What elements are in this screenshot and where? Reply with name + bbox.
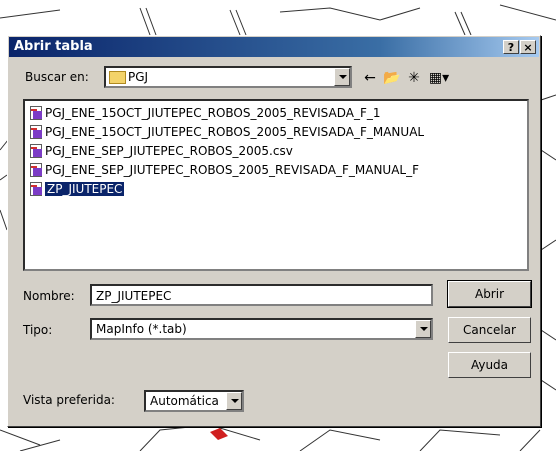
preferred-view-label: Vista preferida: [23,393,115,407]
preferred-view-value: Automática [150,394,219,408]
table-file-icon [29,125,43,139]
back-arrow-icon[interactable]: ← [360,68,380,88]
file-name-input[interactable]: ZP_JIUTEPEC [90,284,433,306]
list-item-selected[interactable]: ZP_JIUTEPEC [29,180,125,198]
look-in-dropdown[interactable]: PGJ [104,66,352,88]
type-label: Tipo: [23,323,53,337]
folder-icon [109,71,126,84]
close-button[interactable]: × [520,40,536,54]
look-in-value: PGJ [128,70,149,84]
view-menu-icon[interactable]: ▦▾ [426,68,452,88]
table-file-icon [29,144,43,158]
look-in-label: Buscar en: [25,70,89,84]
file-type-dropdown[interactable]: MapInfo (*.tab) [90,318,433,340]
list-item[interactable]: PGJ_ENE_15OCT_JIUTEPEC_ROBOS_2005_REVISA… [29,123,424,141]
table-file-icon [29,106,43,120]
chevron-down-icon[interactable] [415,320,431,338]
open-button[interactable]: Abrir [447,280,532,308]
preferred-view-dropdown[interactable]: Automática [144,390,244,412]
list-item[interactable]: PGJ_ENE_SEP_JIUTEPEC_ROBOS_2005_REVISADA… [29,161,419,179]
table-file-icon [29,163,43,177]
file-type-value: MapInfo (*.tab) [96,322,187,336]
file-list[interactable]: PGJ_ENE_15OCT_JIUTEPEC_ROBOS_2005_REVISA… [23,99,529,271]
list-item[interactable]: PGJ_ENE_SEP_JIUTEPEC_ROBOS_2005.csv [29,142,293,160]
list-item[interactable]: PGJ_ENE_15OCT_JIUTEPEC_ROBOS_2005_REVISA… [29,104,381,122]
name-label: Nombre: [23,289,75,303]
cancel-button[interactable]: Cancelar [448,317,531,343]
open-table-dialog: Abrir tabla ? × Buscar en: PGJ ← 📂 ✳ ▦▾ … [7,35,541,427]
help-button[interactable]: Ayuda [448,352,531,378]
up-folder-icon[interactable]: 📂 [382,68,402,88]
chevron-down-icon[interactable] [226,392,242,410]
dialog-title: Abrir tabla [14,39,93,54]
new-folder-icon[interactable]: ✳ [404,68,424,88]
table-file-icon [29,182,43,196]
title-bar: Abrir tabla ? × [9,37,539,57]
chevron-down-icon[interactable] [334,68,350,86]
help-title-button[interactable]: ? [503,40,519,54]
